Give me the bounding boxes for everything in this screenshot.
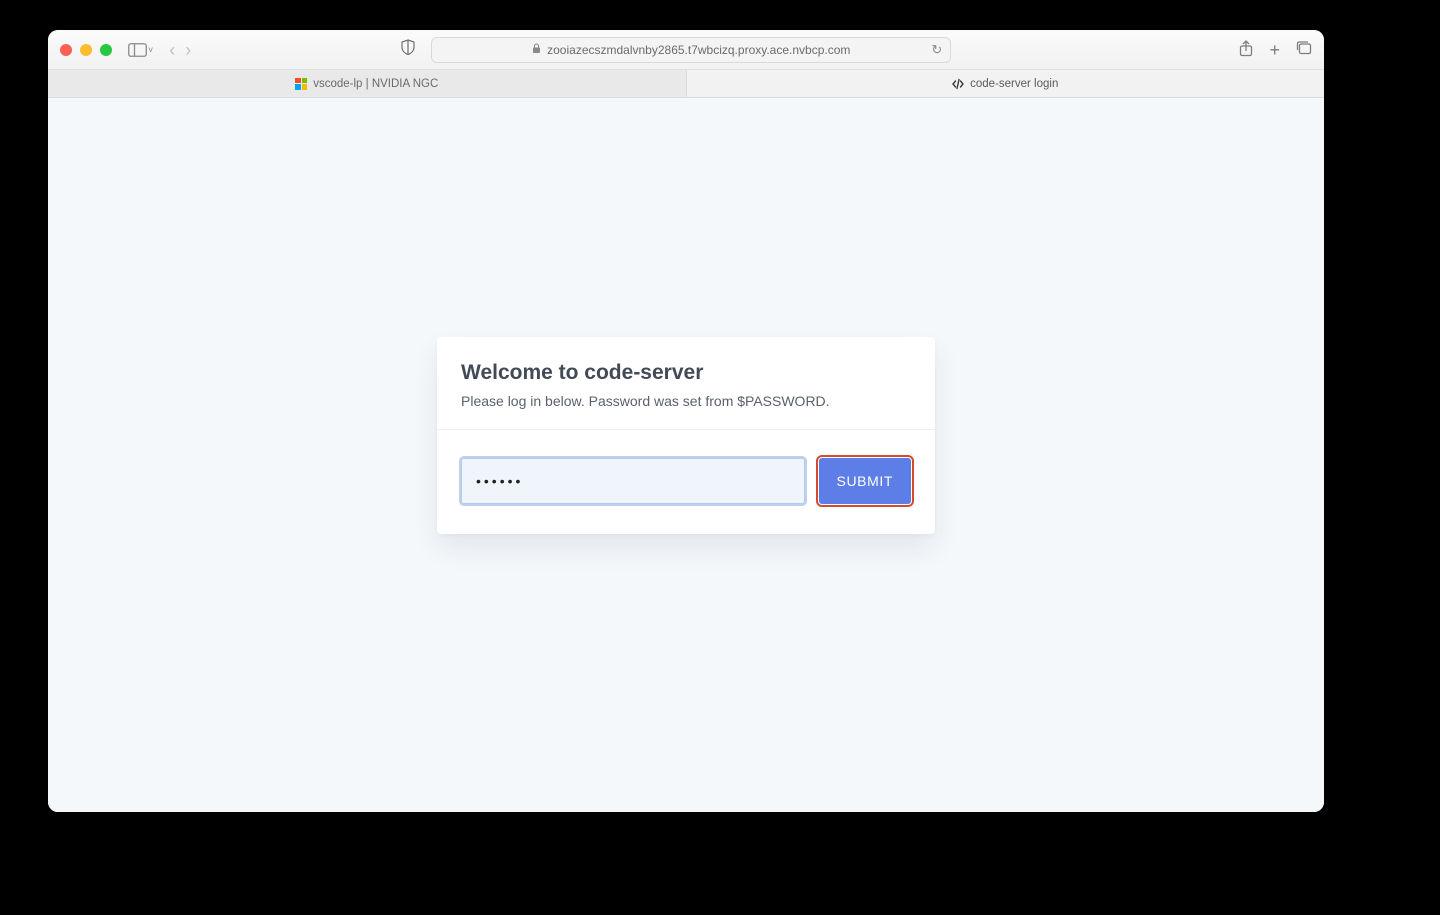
lock-icon — [532, 43, 541, 57]
chevron-down-icon: ˅ — [148, 45, 153, 55]
page-content: Welcome to code-server Please log in bel… — [48, 98, 1324, 812]
browser-toolbar: ˅ ‹ › zooiazecszmdalvnby2865.t7wbcizq.pr… — [48, 30, 1324, 70]
microsoft-icon — [295, 78, 307, 90]
tab-overview-button[interactable] — [1296, 41, 1312, 58]
address-bar[interactable]: zooiazecszmdalvnby2865.t7wbcizq.proxy.ac… — [431, 37, 951, 63]
browser-window: ˅ ‹ › zooiazecszmdalvnby2865.t7wbcizq.pr… — [48, 30, 1324, 812]
window-minimize-button[interactable] — [80, 44, 92, 56]
sidebar-icon — [128, 43, 147, 57]
tab-label: code-server login — [970, 78, 1058, 90]
login-card: Welcome to code-server Please log in bel… — [437, 337, 935, 534]
tab-code-server-login[interactable]: code-server login — [687, 70, 1325, 97]
reload-button[interactable]: ↻ — [931, 42, 942, 58]
tab-bar: vscode-lp | NVIDIA NGC code-server login — [48, 70, 1324, 98]
address-bar-container: zooiazecszmdalvnby2865.t7wbcizq.proxy.ac… — [431, 37, 951, 63]
share-button[interactable] — [1239, 40, 1253, 60]
code-server-icon — [952, 78, 964, 90]
privacy-shield-icon[interactable] — [401, 39, 415, 60]
submit-button[interactable]: SUBMIT — [819, 458, 912, 504]
toolbar-right: + — [1239, 40, 1312, 60]
login-heading: Welcome to code-server — [461, 361, 911, 385]
login-form: SUBMIT — [437, 430, 935, 534]
sidebar-toggle-button[interactable]: ˅ — [128, 43, 153, 57]
forward-button[interactable]: › — [185, 41, 191, 59]
login-subtext: Please log in below. Password was set fr… — [461, 393, 911, 409]
address-url: zooiazecszmdalvnby2865.t7wbcizq.proxy.ac… — [547, 43, 850, 57]
window-close-button[interactable] — [60, 44, 72, 56]
tab-label: vscode-lp | NVIDIA NGC — [313, 78, 438, 90]
tab-vscode-lp[interactable]: vscode-lp | NVIDIA NGC — [48, 70, 687, 97]
nav-buttons: ‹ › — [169, 41, 191, 59]
password-input[interactable] — [461, 458, 805, 504]
window-zoom-button[interactable] — [100, 44, 112, 56]
window-controls — [60, 44, 112, 56]
login-card-header: Welcome to code-server Please log in bel… — [437, 337, 935, 430]
new-tab-button[interactable]: + — [1269, 41, 1280, 59]
back-button[interactable]: ‹ — [169, 41, 175, 59]
